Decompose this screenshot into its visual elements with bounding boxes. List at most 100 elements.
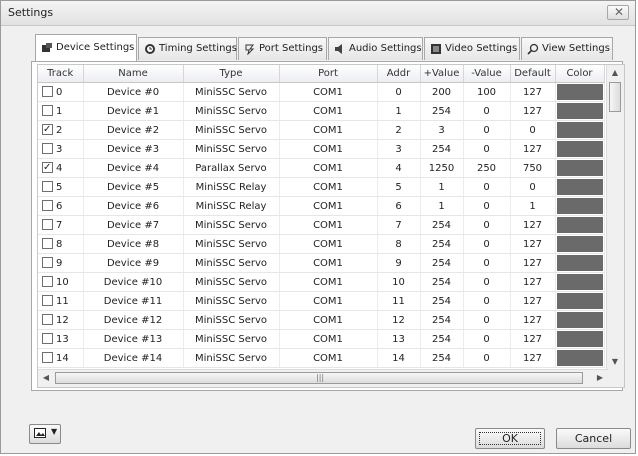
column-header-port[interactable]: Port [279,65,378,83]
color-cell[interactable] [555,101,605,121]
device-name-cell[interactable]: Device #6 [83,196,184,216]
scroll-right-icon[interactable]: ▶ [592,370,608,386]
device-type-cell[interactable]: MiniSSC Servo [183,291,280,311]
port-cell[interactable]: COM1 [279,234,378,254]
minus-value-cell[interactable]: 0 [463,272,511,292]
plus-value-cell[interactable]: 254 [420,215,464,235]
color-swatch[interactable] [556,198,603,214]
tab-view-settings[interactable]: View Settings [521,37,613,60]
color-cell[interactable] [555,329,605,349]
device-type-cell[interactable]: MiniSSC Servo [183,348,280,368]
device-type-cell[interactable]: MiniSSC Relay [183,177,280,197]
track-checkbox[interactable] [42,333,53,344]
column-header-track[interactable]: Track [38,65,84,83]
port-cell[interactable]: COM1 [279,215,378,235]
device-name-cell[interactable]: Device #10 [83,272,184,292]
color-swatch[interactable] [556,141,603,157]
addr-cell[interactable]: 2 [377,120,421,140]
color-cell[interactable] [555,310,605,330]
color-cell[interactable] [555,291,605,311]
device-name-cell[interactable]: Device #5 [83,177,184,197]
minus-value-cell[interactable]: 100 [463,82,511,102]
color-swatch[interactable] [556,236,603,252]
device-type-cell[interactable]: MiniSSC Servo [183,82,280,102]
cancel-button[interactable]: Cancel [556,428,631,449]
plus-value-cell[interactable]: 254 [420,272,464,292]
device-type-cell[interactable]: Parallax Servo [183,158,280,178]
table-row[interactable]: 9 Device #9 MiniSSC Servo COM1 9 254 0 127 [38,253,605,273]
default-cell[interactable]: 127 [510,272,556,292]
table-row[interactable]: 0 Device #0 MiniSSC Servo COM1 0 200 100 127 [38,82,605,102]
default-cell[interactable]: 127 [510,139,556,159]
column-header-name[interactable]: Name [83,65,184,83]
color-cell[interactable] [555,158,605,178]
plus-value-cell[interactable]: 254 [420,253,464,273]
minus-value-cell[interactable]: 0 [463,291,511,311]
column-header-minus-value[interactable]: -Value [463,65,511,83]
addr-cell[interactable]: 3 [377,139,421,159]
table-row[interactable]: 3 Device #3 MiniSSC Servo COM1 3 254 0 127 [38,139,605,159]
minus-value-cell[interactable]: 0 [463,310,511,330]
device-type-cell[interactable]: MiniSSC Servo [183,234,280,254]
table-row[interactable]: 5 Device #5 MiniSSC Relay COM1 5 1 0 0 [38,177,605,197]
table-row[interactable]: 14 Device #14 MiniSSC Servo COM1 14 254 0 127 [38,348,605,368]
device-name-cell[interactable]: Device #8 [83,234,184,254]
device-name-cell[interactable]: Device #1 [83,101,184,121]
port-cell[interactable]: COM1 [279,177,378,197]
table-row[interactable]: 10 Device #10 MiniSSC Servo COM1 10 254 0 127 [38,272,605,292]
column-header-addr[interactable]: Addr [377,65,421,83]
minus-value-cell[interactable]: 0 [463,120,511,140]
addr-cell[interactable]: 0 [377,82,421,102]
color-swatch[interactable] [556,255,603,271]
default-cell[interactable]: 127 [510,348,556,368]
color-cell[interactable] [555,139,605,159]
device-name-cell[interactable]: Device #12 [83,310,184,330]
device-type-cell[interactable]: MiniSSC Servo [183,310,280,330]
track-checkbox[interactable] [42,295,53,306]
device-type-cell[interactable]: MiniSSC Servo [183,272,280,292]
port-cell[interactable]: COM1 [279,120,378,140]
tab-audio-settings[interactable]: Audio Settings [328,37,423,60]
ok-button[interactable]: OK [475,428,545,449]
color-swatch[interactable] [556,160,603,176]
addr-cell[interactable]: 14 [377,348,421,368]
color-swatch[interactable] [556,179,603,195]
scroll-up-icon[interactable]: ▲ [607,65,623,81]
port-cell[interactable]: COM1 [279,139,378,159]
addr-cell[interactable]: 4 [377,158,421,178]
color-swatch[interactable] [556,331,603,347]
default-cell[interactable]: 127 [510,253,556,273]
color-cell[interactable] [555,120,605,140]
default-cell[interactable]: 1 [510,196,556,216]
column-header-default[interactable]: Default [510,65,556,83]
port-cell[interactable]: COM1 [279,348,378,368]
table-row[interactable]: 11 Device #11 MiniSSC Servo COM1 11 254 0 127 [38,291,605,311]
device-type-cell[interactable]: MiniSSC Relay [183,196,280,216]
color-cell[interactable] [555,272,605,292]
addr-cell[interactable]: 13 [377,329,421,349]
device-type-cell[interactable]: MiniSSC Servo [183,253,280,273]
default-cell[interactable]: 0 [510,120,556,140]
minus-value-cell[interactable]: 0 [463,139,511,159]
minus-value-cell[interactable]: 0 [463,348,511,368]
track-checkbox[interactable] [42,124,53,135]
port-cell[interactable]: COM1 [279,291,378,311]
default-cell[interactable]: 127 [510,101,556,121]
port-cell[interactable]: COM1 [279,82,378,102]
column-header-type[interactable]: Type [183,65,280,83]
vertical-scrollbar[interactable]: ▲ ▼ [606,65,624,370]
track-checkbox[interactable] [42,219,53,230]
color-swatch[interactable] [556,274,603,290]
port-cell[interactable]: COM1 [279,158,378,178]
table-row[interactable]: 4Device #4Parallax ServoCOM141250250750 [38,158,605,178]
device-name-cell[interactable]: Device #11 [83,291,184,311]
default-cell[interactable]: 127 [510,329,556,349]
track-checkbox[interactable] [42,162,53,173]
horizontal-scroll-thumb[interactable]: ||| [55,372,583,384]
default-cell[interactable]: 127 [510,234,556,254]
color-cell[interactable] [555,253,605,273]
tab-port-settings[interactable]: Port Settings [238,37,327,60]
vertical-scroll-thumb[interactable] [609,82,621,112]
device-type-cell[interactable]: MiniSSC Servo [183,329,280,349]
plus-value-cell[interactable]: 254 [420,139,464,159]
